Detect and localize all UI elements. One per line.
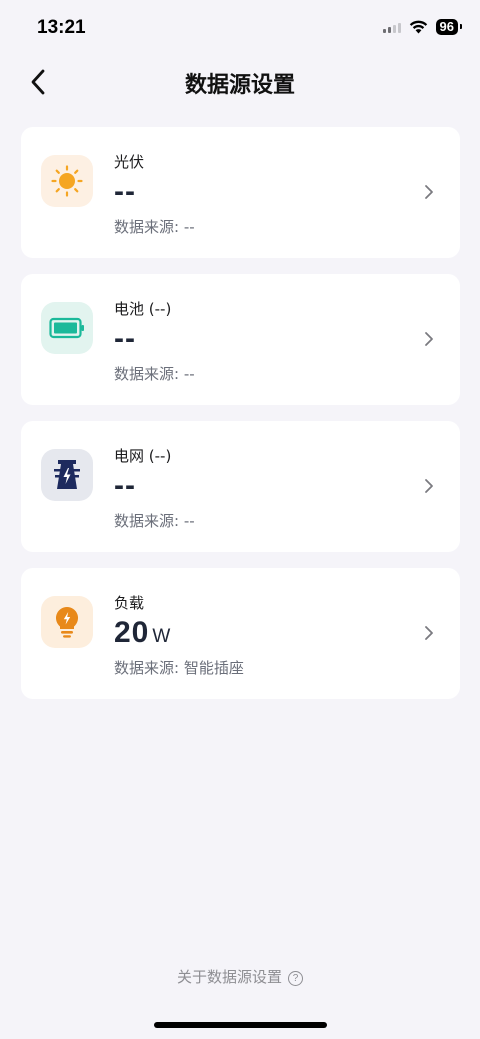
card-value: -- [114,469,136,502]
card-value: -- [114,175,136,208]
status-bar: 13:21 96 [0,0,480,56]
card-title: 光伏 [114,153,145,171]
chevron-right-icon [425,479,433,493]
card-title: 负载 [114,594,145,612]
battery-level-badge: 96 [435,19,463,35]
lightbulb-icon [55,607,79,638]
card-source: 数据来源: -- [114,218,195,236]
status-icons: 96 [382,19,463,35]
battery-source-card[interactable]: 电池 (--) -- 数据来源: -- [21,274,460,405]
cellular-signal-icon [382,21,401,33]
pv-icon-container [41,155,93,207]
battery-icon [49,317,84,339]
card-value: 20 W [114,616,171,649]
pv-source-card[interactable]: 光伏 -- 数据来源: -- [21,127,460,258]
card-source: 数据来源: 智能插座 [114,659,244,677]
power-tower-icon [54,460,80,489]
load-source-card[interactable]: 负载 20 W 数据来源: 智能插座 [21,568,460,699]
sun-icon [51,165,83,197]
about-link-label: 关于数据源设置 [176,968,282,986]
card-title: 电网 (--) [114,447,172,465]
battery-icon-container [41,302,93,354]
data-source-list: 光伏 -- 数据来源: -- 电池 (--) -- 数据来源: -- 电网 (-… [21,127,460,715]
chevron-right-icon [425,626,433,640]
home-indicator[interactable] [154,1022,327,1028]
help-circle-icon: ? [288,971,303,986]
card-value: -- [114,322,136,355]
wifi-icon [409,20,427,34]
grid-icon-container [41,449,93,501]
chevron-right-icon [425,185,433,199]
card-title: 电池 (--) [114,300,172,318]
page-title: 数据源设置 [184,73,295,98]
card-source: 数据来源: -- [114,365,195,383]
status-time: 13:21 [37,17,86,38]
grid-source-card[interactable]: 电网 (--) -- 数据来源: -- [21,421,460,552]
chevron-right-icon [425,332,433,346]
card-unit: W [152,626,171,647]
card-source: 数据来源: -- [114,512,195,530]
about-data-source-link[interactable]: 关于数据源设置? [0,966,480,987]
navigation-bar: 数据源设置 [0,56,480,108]
load-icon-container [41,596,93,648]
